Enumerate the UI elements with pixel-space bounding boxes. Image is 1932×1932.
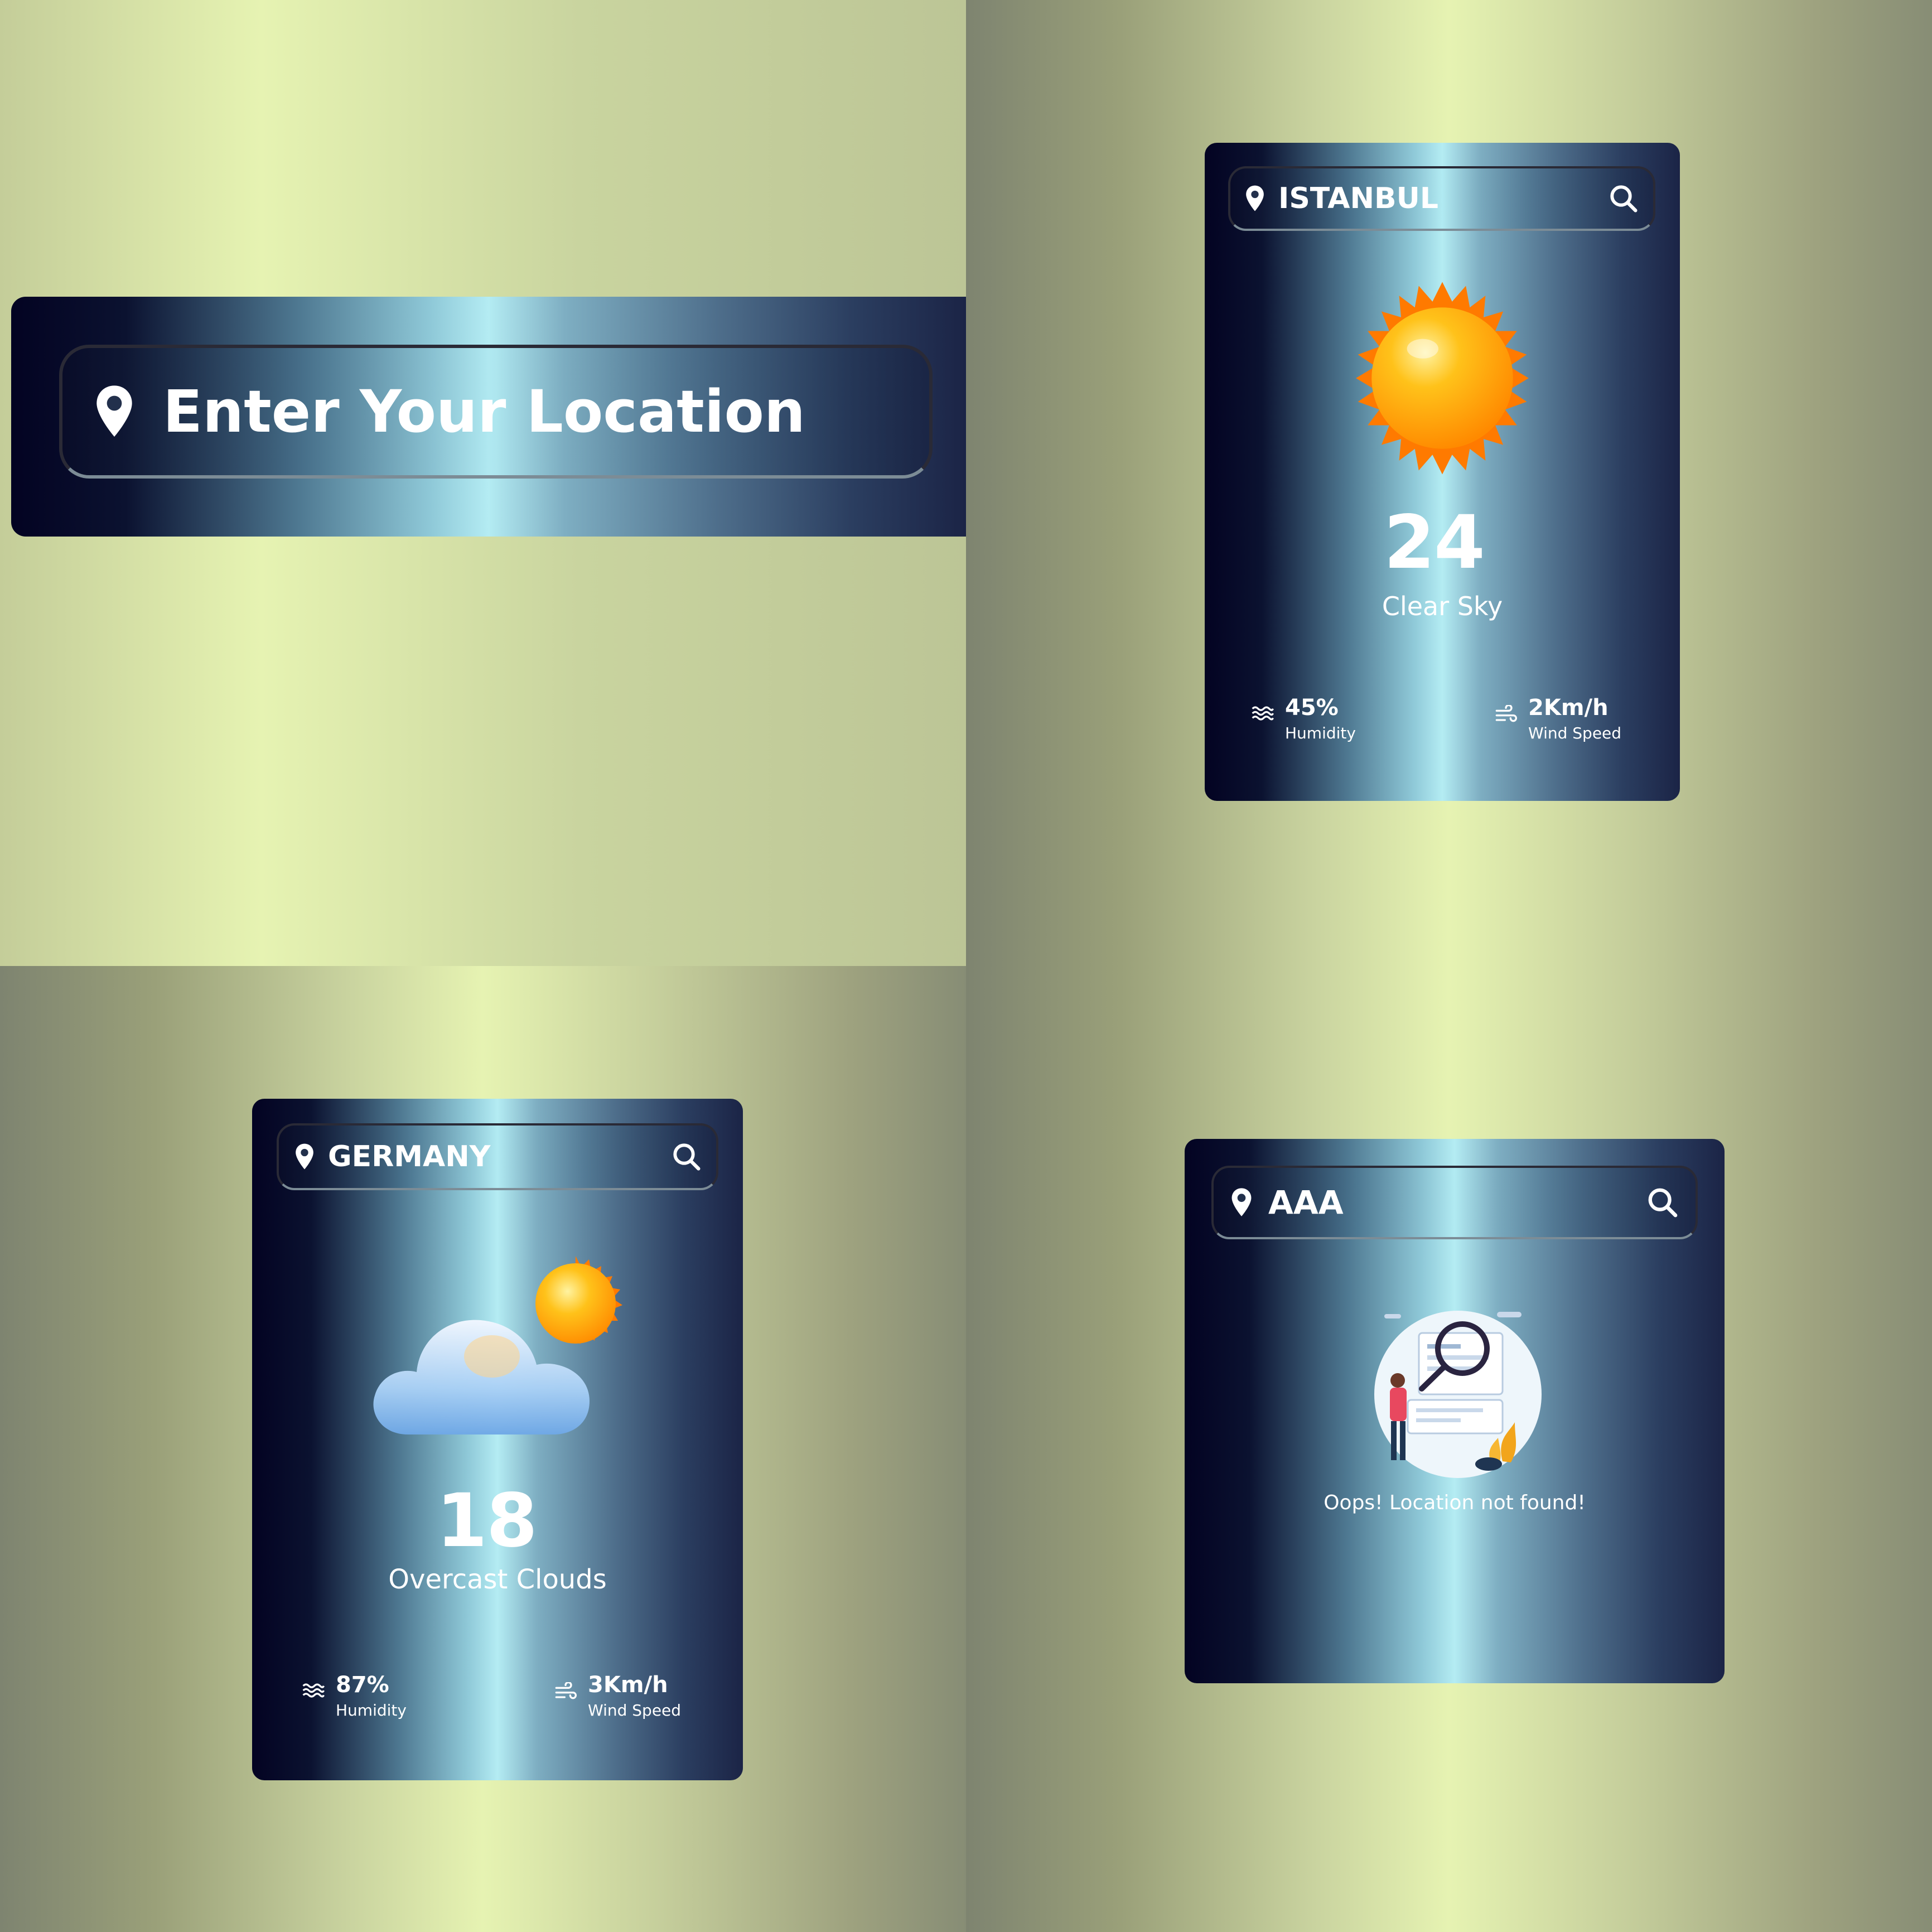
humidity-value: 45% [1285, 695, 1339, 721]
weather-card: ISTANBUL 24 Clear Sky 45% Humidity 2Km/h… [1205, 143, 1680, 801]
sun-icon [1344, 280, 1540, 476]
humidity-icon [302, 1682, 325, 1699]
wind-icon [554, 1682, 577, 1701]
temperature: 18 [436, 1478, 538, 1564]
location-input[interactable] [162, 377, 966, 446]
search-icon[interactable] [1609, 183, 1639, 214]
humidity-label: Humidity [336, 1701, 407, 1720]
humidity-stat: 87% Humidity [302, 1672, 407, 1720]
search-bar[interactable]: ISTANBUL [1228, 166, 1655, 231]
location-pin-icon [293, 1143, 316, 1171]
location-pin-icon [1244, 185, 1266, 212]
city-input[interactable]: AAA [1268, 1184, 1646, 1221]
wind-value: 3Km/h [588, 1672, 668, 1698]
panel-istanbul: ISTANBUL 24 Clear Sky 45% Humidity 2Km/h… [966, 0, 1932, 966]
wind-label: Wind Speed [1528, 724, 1622, 742]
city-input[interactable]: ISTANBUL [1278, 182, 1609, 215]
wind-stat: 2Km/h Wind Speed [1495, 695, 1621, 742]
humidity-icon [1252, 705, 1274, 722]
wind-label: Wind Speed [588, 1701, 682, 1720]
weather-card: GERMANY 18 Overcast Clouds 87% Humidity … [252, 1099, 743, 1780]
panel-search-empty [0, 0, 966, 966]
search-bar[interactable] [59, 345, 966, 479]
not-found-message: Oops! Location not found! [1324, 1491, 1586, 1514]
cloud-sun-icon [369, 1245, 637, 1446]
wind-value: 2Km/h [1528, 695, 1609, 721]
location-pin-icon [91, 384, 137, 439]
panel-germany: GERMANY 18 Overcast Clouds 87% Humidity … [0, 966, 966, 1932]
not-found-illustration [1369, 1305, 1547, 1484]
humidity-value: 87% [336, 1672, 389, 1698]
search-card [11, 297, 966, 537]
weather-description: Overcast Clouds [388, 1564, 607, 1595]
search-icon[interactable] [672, 1142, 702, 1172]
humidity-label: Humidity [1285, 724, 1356, 742]
wind-icon [1495, 705, 1517, 724]
humidity-stat: 45% Humidity [1252, 695, 1356, 742]
wind-stat: 3Km/h Wind Speed [554, 1672, 681, 1720]
search-bar[interactable]: GERMANY [277, 1123, 718, 1190]
weather-description: Clear Sky [1382, 591, 1503, 621]
city-input[interactable]: GERMANY [328, 1140, 672, 1173]
location-pin-icon [1229, 1187, 1254, 1218]
weather-card: AAA Oops! Location not found! [1185, 1139, 1725, 1683]
search-bar[interactable]: AAA [1211, 1166, 1698, 1239]
panel-not-found: AAA Oops! Location not found! [966, 966, 1932, 1932]
temperature: 24 [1384, 500, 1485, 586]
search-icon[interactable] [1646, 1186, 1679, 1219]
